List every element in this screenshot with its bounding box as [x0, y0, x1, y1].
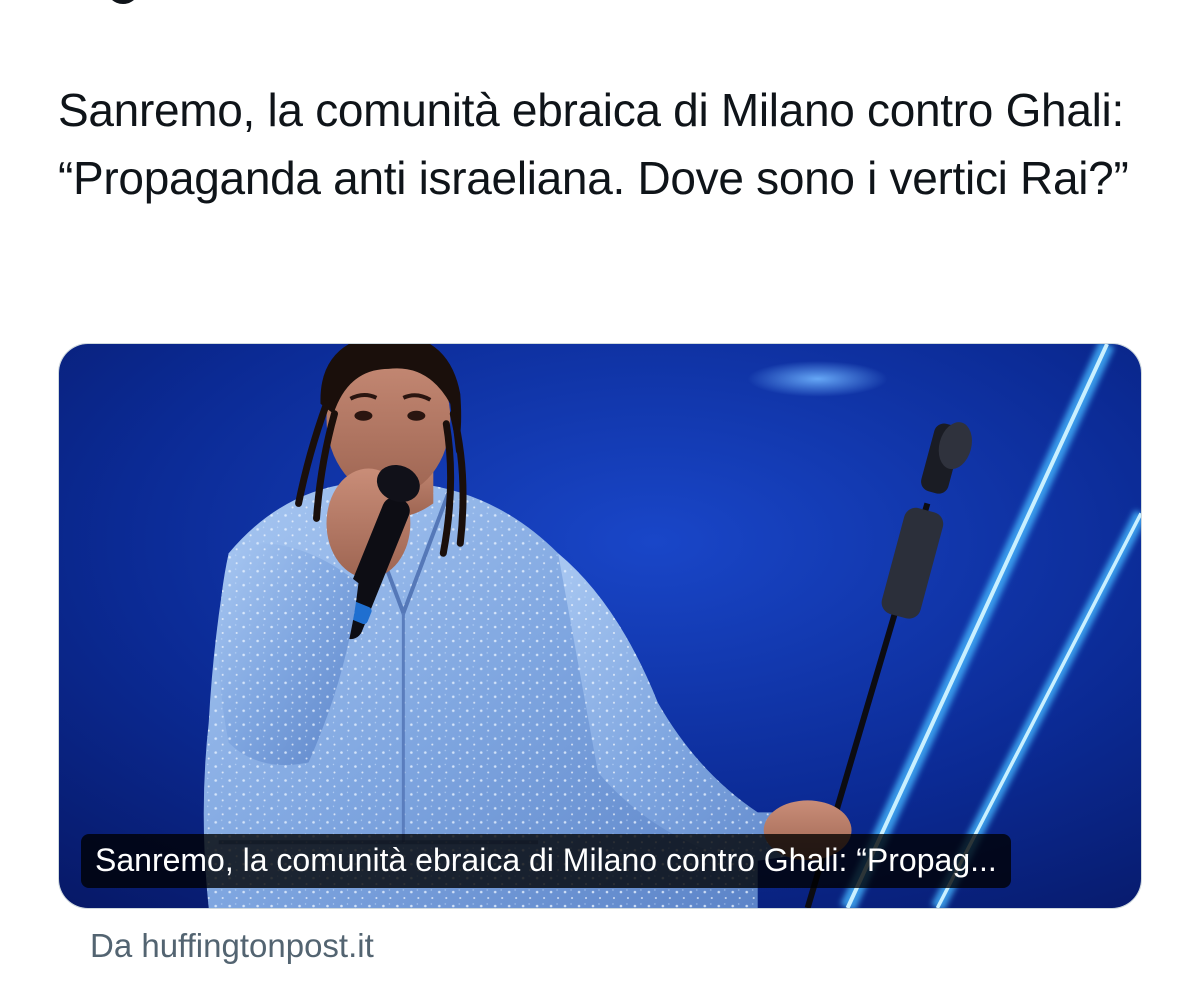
card-source-link[interactable]: Da huffingtonpost.it — [90, 924, 374, 968]
card-title: Sanremo, la comunità ebraica di Milano c… — [81, 834, 1011, 888]
card-image — [59, 344, 1141, 908]
tweet-text: Sanremo, la comunità ebraica di Milano c… — [58, 84, 1129, 204]
avatar-edge — [106, 0, 140, 4]
link-card[interactable]: Sanremo, la comunità ebraica di Milano c… — [58, 343, 1142, 909]
